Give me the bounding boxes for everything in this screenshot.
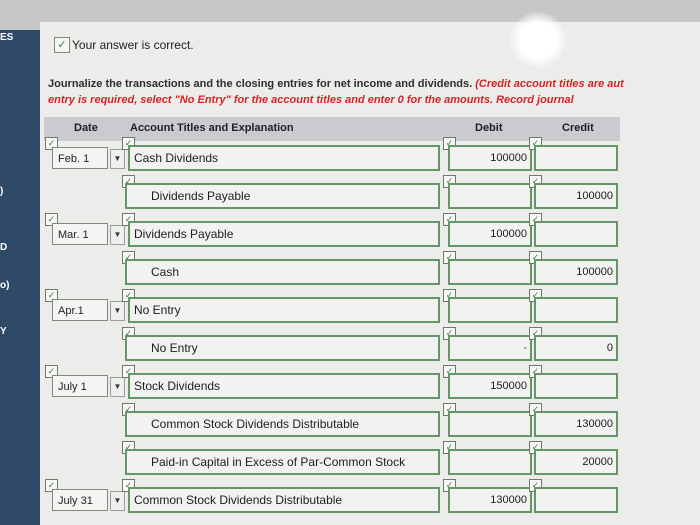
instructions-note: entry is required, select "No Entry" for… — [48, 94, 574, 106]
debit-input[interactable]: 100000 — [448, 145, 532, 171]
account-title-input[interactable]: Common Stock Dividends Distributable — [125, 411, 440, 437]
credit-input[interactable]: 0 — [534, 335, 618, 361]
credit-input[interactable]: 100000 — [534, 183, 618, 209]
credit-input[interactable] — [534, 373, 618, 399]
credit-input[interactable] — [534, 487, 618, 513]
debit-input[interactable]: 150000 — [448, 373, 532, 399]
instructions-line-1: Journalize the transactions and the clos… — [48, 78, 624, 90]
account-title-input[interactable]: Cash Dividends — [128, 145, 440, 171]
check-icon: ✓ — [54, 37, 70, 53]
screen-glare — [510, 12, 566, 68]
account-title-input[interactable]: Common Stock Dividends Distributable — [128, 487, 440, 513]
debit-input[interactable]: 100000 — [448, 221, 532, 247]
credit-input[interactable]: 20000 — [534, 449, 618, 475]
account-title-input[interactable]: Cash — [125, 259, 440, 285]
debit-input[interactable] — [448, 297, 532, 323]
debit-input[interactable] — [448, 259, 532, 285]
header-debit: Debit — [475, 122, 503, 134]
account-title-input[interactable]: Stock Dividends — [128, 373, 440, 399]
date-select[interactable]: Apr.1 — [52, 299, 108, 321]
header-account: Account Titles and Explanation — [130, 122, 294, 134]
account-title-input[interactable]: No Entry — [125, 335, 440, 361]
debit-input[interactable] — [448, 411, 532, 437]
debit-input[interactable]: 130000 — [448, 487, 532, 513]
header-date: Date — [74, 122, 98, 134]
credit-input[interactable]: 130000 — [534, 411, 618, 437]
chevron-down-icon[interactable]: ▼ — [110, 377, 125, 397]
sidebar-label: o) — [0, 280, 10, 291]
chevron-down-icon[interactable]: ▼ — [110, 491, 125, 511]
debit-input[interactable]: - — [448, 335, 532, 361]
instructions-text: Journalize the transactions and the clos… — [48, 78, 473, 90]
credit-input[interactable] — [534, 145, 618, 171]
account-title-input[interactable]: Dividends Payable — [128, 221, 440, 247]
instructions-note: (Credit account titles are aut — [475, 78, 624, 90]
status-message: Your answer is correct. — [72, 38, 194, 52]
header-credit: Credit — [562, 122, 594, 134]
account-title-input[interactable]: No Entry — [128, 297, 440, 323]
debit-input[interactable] — [448, 449, 532, 475]
debit-input[interactable] — [448, 183, 532, 209]
credit-input[interactable]: 100000 — [534, 259, 618, 285]
chevron-down-icon[interactable]: ▼ — [110, 301, 125, 321]
chevron-down-icon[interactable]: ▼ — [110, 225, 125, 245]
date-select[interactable]: Mar. 1 — [52, 223, 108, 245]
sidebar-label: Y — [0, 326, 7, 337]
sidebar-label: D — [0, 242, 8, 253]
account-title-input[interactable]: Dividends Payable — [125, 183, 440, 209]
credit-input[interactable] — [534, 297, 618, 323]
date-select[interactable]: July 31 — [52, 489, 108, 511]
date-select[interactable]: July 1 — [52, 375, 108, 397]
sidebar-label: ES — [0, 32, 14, 43]
credit-input[interactable] — [534, 221, 618, 247]
account-title-input[interactable]: Paid-in Capital in Excess of Par-Common … — [125, 449, 440, 475]
chevron-down-icon[interactable]: ▼ — [110, 149, 125, 169]
date-select[interactable]: Feb. 1 — [52, 147, 108, 169]
sidebar: ES ) D o) Y — [0, 30, 40, 525]
instructions-line-2: entry is required, select "No Entry" for… — [48, 94, 574, 106]
sidebar-label: ) — [0, 186, 4, 197]
